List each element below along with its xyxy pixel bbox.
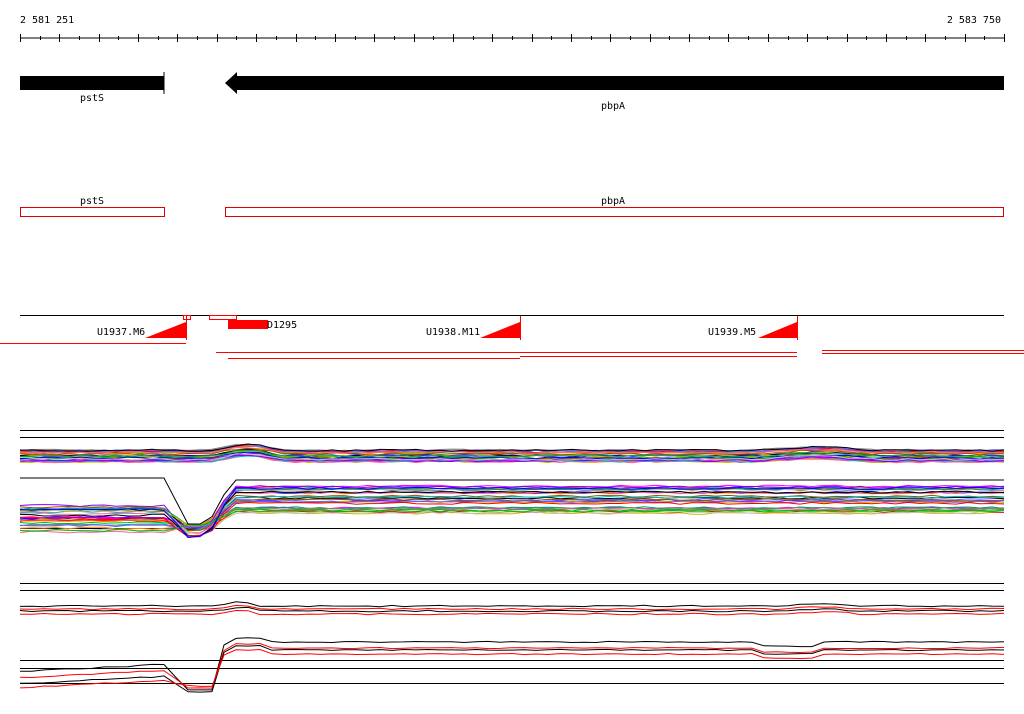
gene-track[interactable]: pstS pbpA xyxy=(20,72,1004,112)
annotation-label-pbpa: pbpA xyxy=(601,196,625,207)
annotation-box-psts[interactable] xyxy=(20,207,165,217)
summary-profile-panel[interactable] xyxy=(19,583,1005,693)
expression-profile-panel[interactable] xyxy=(19,430,1005,539)
annotation-label-psts: pstS xyxy=(80,196,104,207)
segment-wedge-u1938 xyxy=(480,322,520,338)
segment-wedge-u1937 xyxy=(145,322,186,338)
genome-browser-view: 2 581 251 2 583 750 pstS pbpA pstS pbpA … xyxy=(0,15,1024,693)
annotation-track[interactable]: pstS pbpA xyxy=(20,196,1004,217)
profile-lines-summary xyxy=(19,601,1005,693)
gene-label-psts: pstS xyxy=(80,93,104,104)
coordinate-ruler: 2 581 251 2 583 750 xyxy=(20,15,1005,42)
gene-arrow-psts[interactable] xyxy=(20,76,164,90)
ruler-start-label: 2 581 251 xyxy=(20,15,74,26)
segment-label-d1295[interactable]: D1295 xyxy=(267,320,297,331)
profile-lines-colored xyxy=(19,443,1005,539)
segment-wedge-u1939 xyxy=(758,322,797,338)
segment-label-u1937[interactable]: U1937.M6 xyxy=(97,327,145,338)
segment-label-u1939[interactable]: U1939.M5 xyxy=(708,327,756,338)
gene-arrow-pbpa[interactable] xyxy=(225,72,1004,94)
segment-block-d1295[interactable] xyxy=(228,320,268,329)
segment-label-u1938[interactable]: U1938.M11 xyxy=(426,327,480,338)
summary-line xyxy=(19,637,1005,691)
segment-small-box-b xyxy=(209,315,237,320)
gene-label-pbpa: pbpA xyxy=(601,101,625,112)
summary-line xyxy=(19,601,1005,608)
ruler-end-label: 2 583 750 xyxy=(947,15,1001,26)
annotation-box-pbpa[interactable] xyxy=(225,207,1004,217)
segment-track[interactable]: U1937.M6 D1295 U1938.M11 U1939.M5 xyxy=(0,315,1024,359)
